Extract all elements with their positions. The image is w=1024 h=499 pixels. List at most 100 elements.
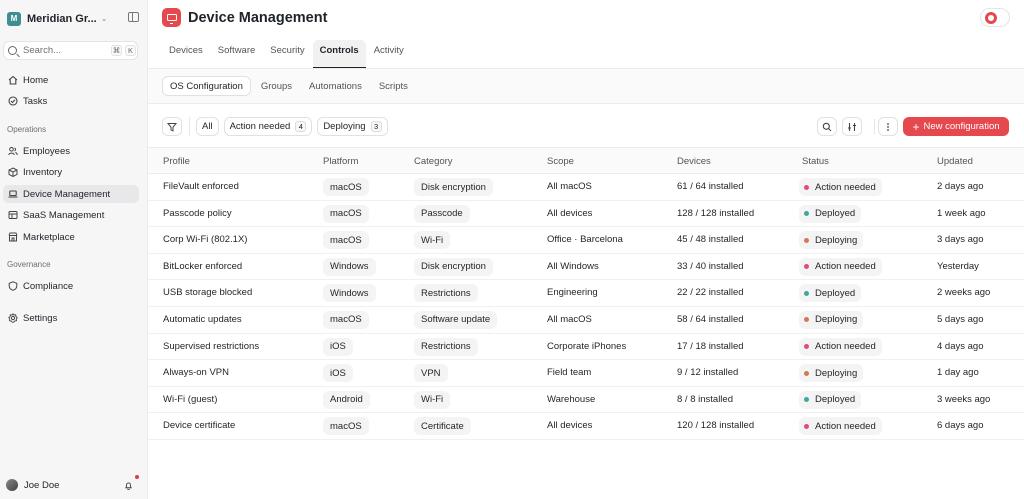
- platform-chip: iOS: [323, 337, 353, 356]
- sliders-icon: [848, 122, 856, 131]
- sidebar-item-inventory[interactable]: Inventory: [3, 163, 139, 181]
- filter-deploying[interactable]: Deploying 3: [317, 117, 388, 136]
- status-badge: Deployed: [799, 284, 862, 303]
- bell-icon[interactable]: [124, 481, 133, 490]
- updated-text: 2 days ago: [937, 181, 984, 192]
- profile-name[interactable]: BitLocker enforced: [163, 261, 242, 272]
- status-dot: [804, 237, 809, 243]
- filter-button[interactable]: [162, 117, 182, 136]
- devices-count: 33 / 40 installed: [677, 260, 744, 272]
- devices-count: 120 / 128 installed: [677, 420, 755, 432]
- user-menu[interactable]: Joe Doe: [6, 479, 59, 491]
- more-options-button[interactable]: [878, 117, 898, 136]
- platform-chip: macOS: [323, 310, 369, 329]
- profile-name[interactable]: Device certificate: [163, 420, 235, 431]
- status-label: Deploying: [815, 234, 858, 246]
- platform-chip: Windows: [323, 257, 376, 276]
- platform-chip: Windows: [323, 284, 376, 303]
- filter-all[interactable]: All: [196, 117, 219, 136]
- column-header-profile[interactable]: Profile: [163, 156, 190, 167]
- help-button[interactable]: [980, 8, 1010, 27]
- status-label: Deploying: [815, 367, 858, 379]
- table-search-button[interactable]: [817, 117, 837, 136]
- table-row[interactable]: Passcode policy macOS Passcode All devices 1…: [148, 201, 1024, 228]
- box-icon: [8, 167, 18, 177]
- table-row[interactable]: Always-on VPN iOS VPN Field team 9 / 12 inst…: [148, 360, 1024, 387]
- table-row[interactable]: Wi-Fi (guest) Android Wi-Fi Warehouse 8 / 8 …: [148, 387, 1024, 414]
- platform-chip: iOS: [323, 364, 353, 383]
- scope-text: Warehouse: [547, 393, 596, 405]
- profile-name[interactable]: Supervised restrictions: [163, 341, 259, 352]
- search-input[interactable]: Search... ⌘ K: [3, 41, 138, 60]
- sidebar-item-label: Tasks: [23, 95, 48, 107]
- subtab-groups[interactable]: Groups: [254, 76, 299, 96]
- status-badge: Action needed: [799, 337, 882, 356]
- subtab-scripts[interactable]: Scripts: [372, 76, 415, 96]
- filter-action-needed[interactable]: Action needed 4: [223, 117, 313, 136]
- profile-name[interactable]: Passcode policy: [163, 208, 232, 219]
- sidebar-item-device-management[interactable]: Device Management: [3, 185, 139, 203]
- scope-text: Field team: [547, 367, 592, 379]
- column-header-status[interactable]: Status: [802, 156, 829, 167]
- notification-dot: [135, 475, 139, 479]
- table-row[interactable]: USB storage blocked Windows Restrictions En…: [148, 280, 1024, 307]
- table-row[interactable]: BitLocker enforced Windows Disk encryption…: [148, 254, 1024, 281]
- filter-count: 4: [295, 121, 307, 132]
- sidebar-item-compliance[interactable]: Compliance: [3, 277, 139, 295]
- table-row[interactable]: Corp Wi-Fi (802.1X) macOS Wi-Fi Office · Ba…: [148, 227, 1024, 254]
- profile-name[interactable]: FileVault enforced: [163, 181, 239, 192]
- subtab-os-configuration[interactable]: OS Configuration: [162, 76, 251, 96]
- profile-name[interactable]: Automatic updates: [163, 314, 242, 325]
- status-badge: Deploying: [799, 231, 864, 250]
- devices-count: 8 / 8 installed: [677, 393, 733, 405]
- sidebar-toggle-icon[interactable]: [128, 12, 139, 22]
- tab-activity[interactable]: Activity: [367, 40, 411, 68]
- main-content: Device Management Devices Software Secur…: [148, 0, 1024, 499]
- tab-controls[interactable]: Controls: [312, 40, 366, 68]
- status-dot: [804, 423, 809, 429]
- column-header-updated[interactable]: Updated: [937, 156, 973, 167]
- profile-name[interactable]: Corp Wi-Fi (802.1X): [163, 234, 247, 245]
- category-chip: Certificate: [414, 417, 471, 436]
- section-label-operations: Operations: [7, 125, 47, 134]
- column-header-category[interactable]: Category: [414, 156, 453, 167]
- column-header-scope[interactable]: Scope: [547, 156, 574, 167]
- category-chip: Wi-Fi: [414, 390, 451, 409]
- tab-software[interactable]: Software: [211, 40, 263, 68]
- table-row[interactable]: Automatic updates macOS Software update All…: [148, 307, 1024, 334]
- sidebar-item-tasks[interactable]: Tasks: [3, 92, 139, 110]
- profile-name[interactable]: Wi-Fi (guest): [163, 394, 217, 405]
- profile-name[interactable]: Always-on VPN: [163, 367, 229, 378]
- subtab-automations[interactable]: Automations: [302, 76, 369, 96]
- workspace-name: Meridian Gr...: [27, 12, 97, 25]
- search-icon: [8, 46, 17, 55]
- people-icon: [8, 147, 18, 156]
- profile-name[interactable]: USB storage blocked: [163, 287, 252, 298]
- tab-security[interactable]: Security: [263, 40, 311, 68]
- updated-text: 1 week ago: [937, 207, 986, 219]
- sidebar-item-label: Device Management: [23, 188, 111, 200]
- sidebar-item-marketplace[interactable]: Marketplace: [3, 228, 139, 246]
- table-row[interactable]: Supervised restrictions iOS Restrictions Co…: [148, 334, 1024, 361]
- status-dot: [804, 290, 809, 296]
- table-body: FileVault enforced macOS Disk encryption Al…: [148, 174, 1024, 440]
- sidebar-item-employees[interactable]: Employees: [3, 142, 139, 160]
- table-row[interactable]: FileVault enforced macOS Disk encryption Al…: [148, 174, 1024, 201]
- updated-text: 2 weeks ago: [937, 287, 991, 299]
- page-header: Device Management: [162, 8, 327, 27]
- workspace-switcher[interactable]: M Meridian Gr... ⌄: [7, 10, 141, 27]
- table-row[interactable]: Device certificate macOS Certificate All de…: [148, 413, 1024, 440]
- filter-bar: All Action needed 4 Deploying 3: [162, 117, 393, 136]
- sidebar-item-saas-management[interactable]: SaaS Management: [3, 206, 139, 224]
- tab-devices[interactable]: Devices: [162, 40, 210, 68]
- devices-count: 58 / 64 installed: [677, 313, 744, 325]
- new-configuration-button[interactable]: + New configuration: [903, 117, 1009, 136]
- column-header-platform[interactable]: Platform: [323, 156, 358, 167]
- filter-label: Action needed: [229, 121, 291, 132]
- status-badge: Deployed: [799, 204, 862, 223]
- sidebar-item-settings[interactable]: Settings: [3, 309, 139, 327]
- sidebar-item-home[interactable]: Home: [3, 71, 139, 89]
- display-options-button[interactable]: [842, 117, 862, 136]
- search-placeholder: Search...: [23, 45, 62, 56]
- column-header-devices[interactable]: Devices: [677, 156, 711, 167]
